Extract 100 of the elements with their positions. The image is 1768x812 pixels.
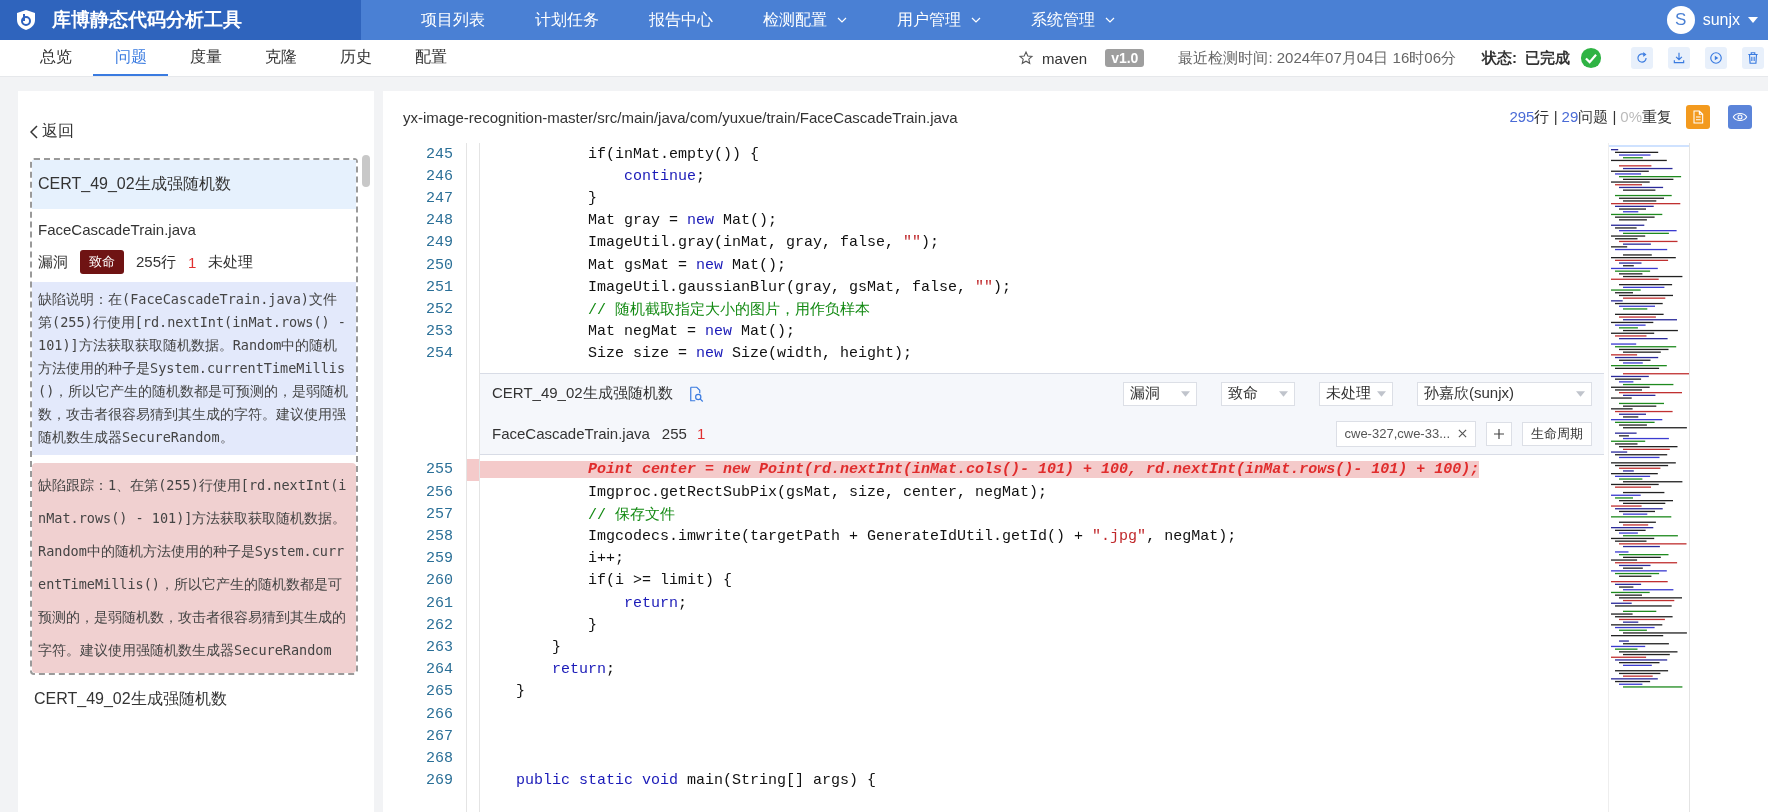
issue-count-label: 问题 |	[1578, 107, 1617, 125]
play-button[interactable]	[1705, 47, 1727, 69]
line-number: 247	[425, 189, 453, 207]
logo-icon	[14, 8, 38, 32]
line-number: 246	[425, 167, 453, 185]
plus-icon	[1494, 428, 1504, 439]
code-line: Imgcodecs.imwrite(targetPath + GenerateIdUtil.getId() + ".jpg", negMat);	[587, 528, 1237, 546]
line-number: 264	[425, 661, 453, 679]
issue-type: 漏洞	[38, 252, 68, 272]
line-number: 265	[425, 683, 453, 701]
issue-item[interactable]: CERT_49_02生成强随机数	[30, 675, 358, 724]
code-line: Mat negMat = new Mat();	[587, 323, 796, 341]
add-tag-button[interactable]	[1486, 421, 1512, 446]
line-number: 251	[425, 278, 453, 296]
issue-count: 29	[1561, 107, 1579, 125]
tab[interactable]: 度量	[168, 40, 243, 76]
close-icon[interactable]	[1458, 429, 1467, 439]
code-line: public static void main(String[] args) {	[515, 772, 877, 790]
star-icon[interactable]	[1018, 50, 1035, 66]
code-line: Mat gsMat = new Mat();	[587, 256, 787, 274]
tab[interactable]: 问题	[93, 40, 168, 76]
document-button[interactable]	[1686, 105, 1710, 129]
status-label: 状态:	[1482, 48, 1517, 68]
scrollbar-thumb[interactable]	[362, 155, 370, 187]
version-badge: v1.0	[1105, 49, 1145, 67]
line-number: 253	[425, 323, 453, 341]
defect-description: 缺陷说明：在(FaceCascadeTrain.java)文件第(255)行使用[rd.nextInt(inMat.rows() - 101)]方法获取获取随机数据。Random中的随机方法使用的种子是System.currentTimeMillis()，所以它产生的随机数都是可预测的，是弱随机数，攻击者很容易猜到其生成的字符。建议使用强随机数生成器SecureRandom。	[32, 282, 356, 455]
line-number: 256	[425, 483, 453, 501]
severity-dropdown[interactable]: 致命	[1221, 381, 1295, 406]
nav-menu-item[interactable]: 系统管理	[1031, 9, 1115, 31]
issue-count: 1	[188, 253, 197, 271]
download-button[interactable]	[1668, 47, 1690, 69]
duplication-label: 重复	[1642, 107, 1672, 125]
line-number: 255	[425, 461, 453, 479]
delete-button[interactable]	[1742, 47, 1764, 69]
line-number: 269	[425, 772, 453, 790]
code-line: // 随机截取指定大小的图片，用作负样本	[587, 300, 871, 319]
user-name[interactable]: sunjx	[1702, 11, 1740, 29]
tab[interactable]: 克隆	[243, 40, 318, 76]
code-line: continue;	[623, 167, 706, 185]
code-line: ImageUtil.gaussianBlur(gray, gsMat, false, "");	[587, 278, 1012, 296]
code-line: // 保存文件	[587, 505, 676, 524]
line-number: 260	[425, 572, 453, 590]
issue-title: CERT_49_02生成强随机数	[32, 160, 356, 209]
line-number: 268	[425, 749, 453, 767]
severity-badge: 致命	[80, 250, 124, 274]
line-number: 254	[425, 345, 453, 363]
lifecycle-button[interactable]: 生命周期	[1522, 421, 1592, 446]
code-line: Mat gray = new Mat();	[587, 212, 778, 230]
code-line: Imgproc.getRectSubPix(gsMat, size, center, negMat);	[587, 483, 1048, 501]
back-link[interactable]: 返回	[30, 121, 362, 142]
issue-card[interactable]	[30, 158, 358, 675]
line-count: 295	[1509, 107, 1535, 125]
tab[interactable]: 总览	[18, 40, 93, 76]
code-line: i++;	[587, 550, 625, 568]
project-name: maven	[1042, 49, 1088, 67]
line-number: 257	[425, 505, 453, 523]
code-line: return;	[551, 661, 616, 679]
nav-menu-item[interactable]: 报告中心	[649, 9, 713, 31]
refresh-button[interactable]	[1631, 47, 1653, 69]
trash-icon	[1746, 51, 1760, 65]
line-number: 249	[425, 234, 453, 252]
code-line: if(i >= limit) {	[587, 572, 733, 590]
line-number: 267	[425, 727, 453, 745]
duplication-percent: 0%	[1620, 107, 1642, 125]
line-number: 258	[425, 528, 453, 546]
file-path: yx-image-recognition-master/src/main/java/com/yuxue/train/FaceCascadeTrain.java	[403, 108, 958, 126]
assignee-dropdown[interactable]: 孙嘉欣(sunjx)	[1417, 381, 1592, 406]
last-scan-time: 最近检测时间: 2024年07月04日 16时06分	[1178, 48, 1456, 68]
line-number: 252	[425, 300, 453, 318]
caret-icon	[1576, 390, 1585, 397]
document-icon	[1690, 109, 1706, 125]
tab[interactable]: 历史	[318, 40, 393, 76]
user-avatar[interactable]: S	[1666, 6, 1695, 34]
nav-menu-item[interactable]: 检测配置	[763, 9, 847, 31]
nav-menu-item[interactable]: 项目列表	[421, 9, 485, 31]
code-line: Size size = new Size(width, height);	[587, 345, 913, 363]
check-circle-icon	[1580, 47, 1602, 69]
issue-count: 1	[696, 425, 706, 443]
view-button[interactable]	[1728, 105, 1752, 129]
nav-menu-item[interactable]: 计划任务	[535, 9, 599, 31]
tag-label: cwe-327,cwe-33...	[1344, 426, 1450, 442]
nav-menu-item[interactable]: 用户管理	[897, 9, 981, 31]
code-line: if(inMat.empty()) {	[587, 145, 760, 163]
code-line: return;	[623, 594, 688, 612]
app-title: 库博静态代码分析工具	[52, 8, 242, 32]
line-number: 262	[425, 616, 453, 634]
caret-icon	[1748, 17, 1758, 23]
status-dropdown[interactable]: 未处理	[1319, 381, 1393, 406]
code-line: }	[587, 616, 598, 634]
issue-title: CERT_49_02生成强随机数	[492, 384, 673, 404]
code-line: ImageUtil.gray(inMat, gray, false, "");	[587, 234, 940, 252]
line-number: 263	[425, 638, 453, 656]
type-dropdown[interactable]: 漏洞	[1123, 381, 1197, 406]
line-number: 261	[425, 594, 453, 612]
code-line: }	[551, 638, 561, 656]
caret-icon	[1181, 390, 1190, 397]
issue-file: FaceCascadeTrain.java	[37, 220, 197, 240]
caret-icon	[1377, 390, 1386, 397]
tab[interactable]: 配置	[393, 40, 468, 76]
